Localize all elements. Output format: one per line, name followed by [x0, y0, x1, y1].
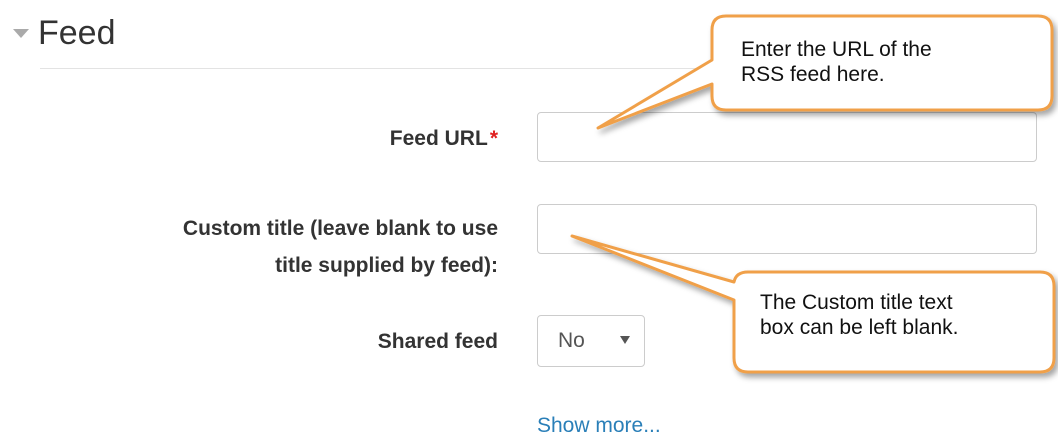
collapse-triangle-icon[interactable]	[10, 22, 32, 44]
section-header[interactable]: Feed	[10, 8, 116, 58]
required-marker: *	[489, 127, 498, 150]
callout-custom-title-line2: box can be left blank.	[760, 316, 959, 340]
callout-custom-title-text: The Custom title text box can be left bl…	[760, 290, 1040, 340]
dropdown-arrow-icon	[620, 336, 630, 344]
feed-url-label: Feed URL*	[390, 120, 498, 157]
custom-title-label-line1: Custom title (leave blank to use	[182, 217, 498, 240]
feed-url-input[interactable]	[537, 112, 1037, 162]
shared-feed-select[interactable]: No	[537, 315, 645, 367]
callout-feed-url-line1: Enter the URL of the	[741, 38, 932, 61]
shared-feed-selected-value: No	[558, 329, 585, 352]
custom-title-input[interactable]	[537, 204, 1037, 254]
shared-feed-label: Shared feed	[377, 330, 498, 353]
show-more-link[interactable]: Show more...	[537, 415, 661, 436]
callout-feed-url-text: Enter the URL of the RSS feed here.	[741, 37, 1031, 87]
section-title: Feed	[38, 13, 116, 52]
callout-feed-url-line2: RSS feed here.	[741, 63, 885, 87]
custom-title-label: Custom title (leave blank to use title s…	[183, 210, 498, 284]
custom-title-label-line2: title supplied by feed):	[275, 254, 498, 277]
feed-url-label-text: Feed URL	[389, 127, 488, 150]
callout-custom-title-line1: The Custom title text	[760, 291, 953, 314]
